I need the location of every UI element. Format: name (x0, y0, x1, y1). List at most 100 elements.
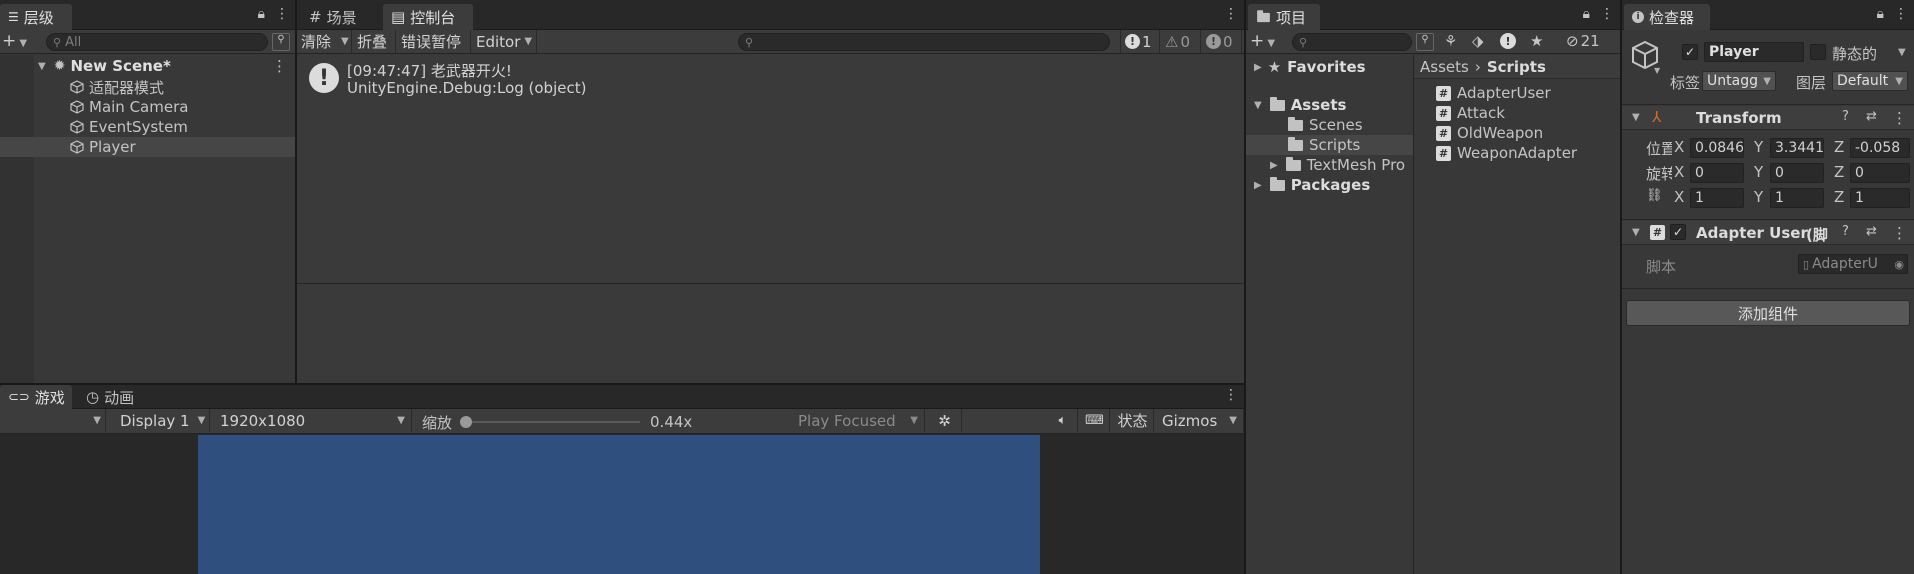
preset-sliders-icon[interactable]: ⇄ (1866, 109, 1877, 124)
list-item[interactable]: # AdapterUser (1436, 83, 1551, 103)
more-menu-icon[interactable]: ⋮ (275, 6, 289, 22)
more-menu-icon[interactable]: ⋮ (1224, 387, 1238, 403)
tab-animation[interactable]: ◷ 动画 (78, 385, 148, 409)
rotation-z-field[interactable]: 0 (1850, 163, 1910, 183)
filter-by-log-icon[interactable]: ! (1500, 33, 1516, 49)
list-item[interactable]: EventSystem (34, 117, 295, 137)
position-x-field[interactable]: 0.0846 (1690, 138, 1744, 158)
search-scene-icon[interactable]: ⚲ (1416, 33, 1434, 51)
tab-game[interactable]: ⊂⊃ 游戏 (0, 385, 72, 409)
scene-search-icon[interactable]: ⚲ (272, 33, 290, 51)
tree-item-favorites[interactable]: ▶ ★ Favorites (1246, 57, 1366, 77)
collapse-arrow-icon[interactable]: ▼ (1254, 100, 1262, 111)
tree-item-scenes[interactable]: Scenes (1246, 115, 1363, 135)
scene-row[interactable]: ▼ ✹ New Scene* ⋮ (34, 56, 295, 76)
scale-y-field[interactable]: 1 (1770, 188, 1824, 208)
layer-dropdown[interactable]: Default ▼ (1832, 71, 1908, 91)
info-count-toggle[interactable]: ! 1 (1120, 30, 1160, 53)
keyboard-shortcuts-button[interactable]: ⌨ (1080, 409, 1110, 432)
tree-item-textmesh[interactable]: ▶ TextMesh Pro (1246, 155, 1405, 175)
help-icon[interactable]: ? (1842, 224, 1849, 239)
list-item-selected[interactable]: Player (0, 137, 295, 157)
create-asset-button[interactable]: + ▼ (1250, 31, 1275, 51)
object-picker-icon[interactable]: ◉ (1894, 258, 1904, 271)
clear-button[interactable]: 清除 ▼ (297, 30, 352, 53)
tree-item-assets[interactable]: ▼ Assets (1246, 95, 1346, 115)
scale-slider[interactable] (460, 416, 641, 428)
console-search-input[interactable]: ⚲ (738, 33, 1110, 51)
tag-dropdown[interactable]: Untagg ▼ (1702, 71, 1776, 91)
game-viewport[interactable] (198, 435, 1040, 574)
lock-icon[interactable]: 🔒︎ (1877, 6, 1884, 22)
add-component-button[interactable]: 添加组件 (1626, 300, 1910, 326)
collapse-arrow-icon[interactable]: ▼ (38, 61, 46, 72)
list-item[interactable]: # OldWeapon (1436, 123, 1543, 143)
list-item[interactable]: Main Camera (34, 97, 295, 117)
rotation-y-field[interactable]: 0 (1770, 163, 1824, 183)
breadcrumb-current[interactable]: Scripts (1487, 58, 1546, 76)
lock-icon[interactable]: 🔒︎ (1583, 6, 1590, 22)
adapter-user-header[interactable]: ▼ # ✓ Adapter User (脚 ? ⇄ ⋮ (1622, 221, 1914, 245)
rotation-x-field[interactable]: 0 (1690, 163, 1744, 183)
more-menu-icon[interactable]: ⋮ (1600, 6, 1614, 22)
component-enabled-checkbox[interactable]: ✓ (1670, 224, 1686, 240)
error-count-toggle[interactable]: ! 0 (1202, 30, 1242, 53)
log-entry[interactable]: ! [09:47:47] 老武器开火! UnityEngine.Debug:Lo… (297, 56, 1244, 100)
lock-icon[interactable]: 🔒︎ (258, 6, 265, 22)
scale-z-field[interactable]: 1 (1850, 188, 1910, 208)
add-object-button[interactable]: + ▼ (2, 31, 27, 51)
list-item[interactable]: # WeaponAdapter (1436, 143, 1577, 163)
scale-x-field[interactable]: 1 (1690, 188, 1744, 208)
tab-scene[interactable]: # 场景 (301, 4, 379, 30)
collapse-arrow-icon[interactable]: ▼ (1632, 112, 1640, 123)
filter-by-label-icon[interactable]: ⬗ (1472, 32, 1484, 50)
display-dropdown[interactable]: Display 1 ▼ (110, 409, 210, 432)
project-split-divider[interactable] (1413, 55, 1414, 574)
transform-header[interactable]: ▼ ⅄ Transform ? ⇄ ⋮ (1622, 106, 1914, 130)
chevron-down-icon[interactable]: ▼ (1229, 415, 1237, 426)
component-menu-icon[interactable]: ⋮ (1892, 109, 1907, 127)
list-item[interactable]: 适配器模式 (34, 77, 295, 97)
object-name-field[interactable]: Player (1704, 42, 1804, 62)
resolution-dropdown[interactable]: 1920x1080 ▼ (212, 409, 412, 432)
position-y-field[interactable]: 3.3441 (1770, 138, 1824, 158)
list-item[interactable]: # Attack (1436, 103, 1505, 123)
active-toggle-checkbox[interactable]: ✓ (1682, 44, 1698, 60)
tab-console[interactable]: ▤ 控制台 (383, 4, 473, 30)
component-menu-icon[interactable]: ⋮ (1892, 224, 1907, 242)
scene-menu-icon[interactable]: ⋮ (272, 57, 287, 75)
favorite-star-icon[interactable]: ★ (1530, 32, 1543, 50)
hierarchy-search-input[interactable]: ⚲ All (46, 33, 268, 51)
tab-inspector[interactable]: i 检查器 (1624, 4, 1710, 30)
position-z-field[interactable]: -0.058 (1850, 138, 1910, 158)
project-search-input[interactable]: ⚲ (1292, 33, 1412, 51)
scale-slider-thumb[interactable] (460, 416, 473, 428)
hidden-packages-toggle[interactable]: ⊘ 21 (1566, 32, 1600, 50)
more-menu-icon[interactable]: ⋮ (1224, 6, 1238, 22)
gizmos-button[interactable]: Gizmos ▼ (1156, 409, 1244, 432)
constrain-proportions-link-icon[interactable]: ⛓ (1646, 188, 1663, 203)
more-menu-icon[interactable]: ⋮ (1894, 6, 1908, 22)
breadcrumb-root[interactable]: Assets (1420, 58, 1469, 76)
warning-count-toggle[interactable]: ⚠ 0 (1161, 30, 1201, 53)
error-pause-button[interactable]: 错误暂停 (397, 30, 471, 53)
expand-arrow-icon[interactable]: ▶ (1254, 62, 1262, 73)
filter-by-type-icon[interactable]: ⚘ (1444, 32, 1457, 50)
mute-audio-button[interactable]: 🔈︎ (1048, 409, 1078, 432)
expand-arrow-icon[interactable]: ▶ (1270, 160, 1278, 171)
preset-sliders-icon[interactable]: ⇄ (1866, 224, 1877, 239)
tab-project[interactable]: 项目 (1248, 4, 1320, 30)
play-mode-dropdown[interactable]: Play Focused ▼ (790, 409, 925, 432)
stats-button[interactable]: 状态 (1112, 409, 1154, 432)
collapse-button[interactable]: 折叠 (353, 30, 396, 53)
static-checkbox[interactable] (1810, 44, 1826, 60)
tree-item-scripts[interactable]: Scripts (1246, 135, 1413, 155)
tree-item-packages[interactable]: ▶ Packages (1246, 175, 1370, 195)
expand-arrow-icon[interactable]: ▶ (1254, 180, 1262, 191)
chevron-down-icon[interactable]: ▼ (341, 36, 349, 47)
debug-bug-button[interactable]: ✲ (928, 409, 962, 432)
tab-hierarchy[interactable]: ☰ 层级 (0, 4, 72, 30)
game-view-dropdown[interactable]: ▼ (0, 409, 106, 432)
static-chevron-down-icon[interactable]: ▼ (1898, 47, 1906, 58)
help-icon[interactable]: ? (1842, 109, 1849, 124)
